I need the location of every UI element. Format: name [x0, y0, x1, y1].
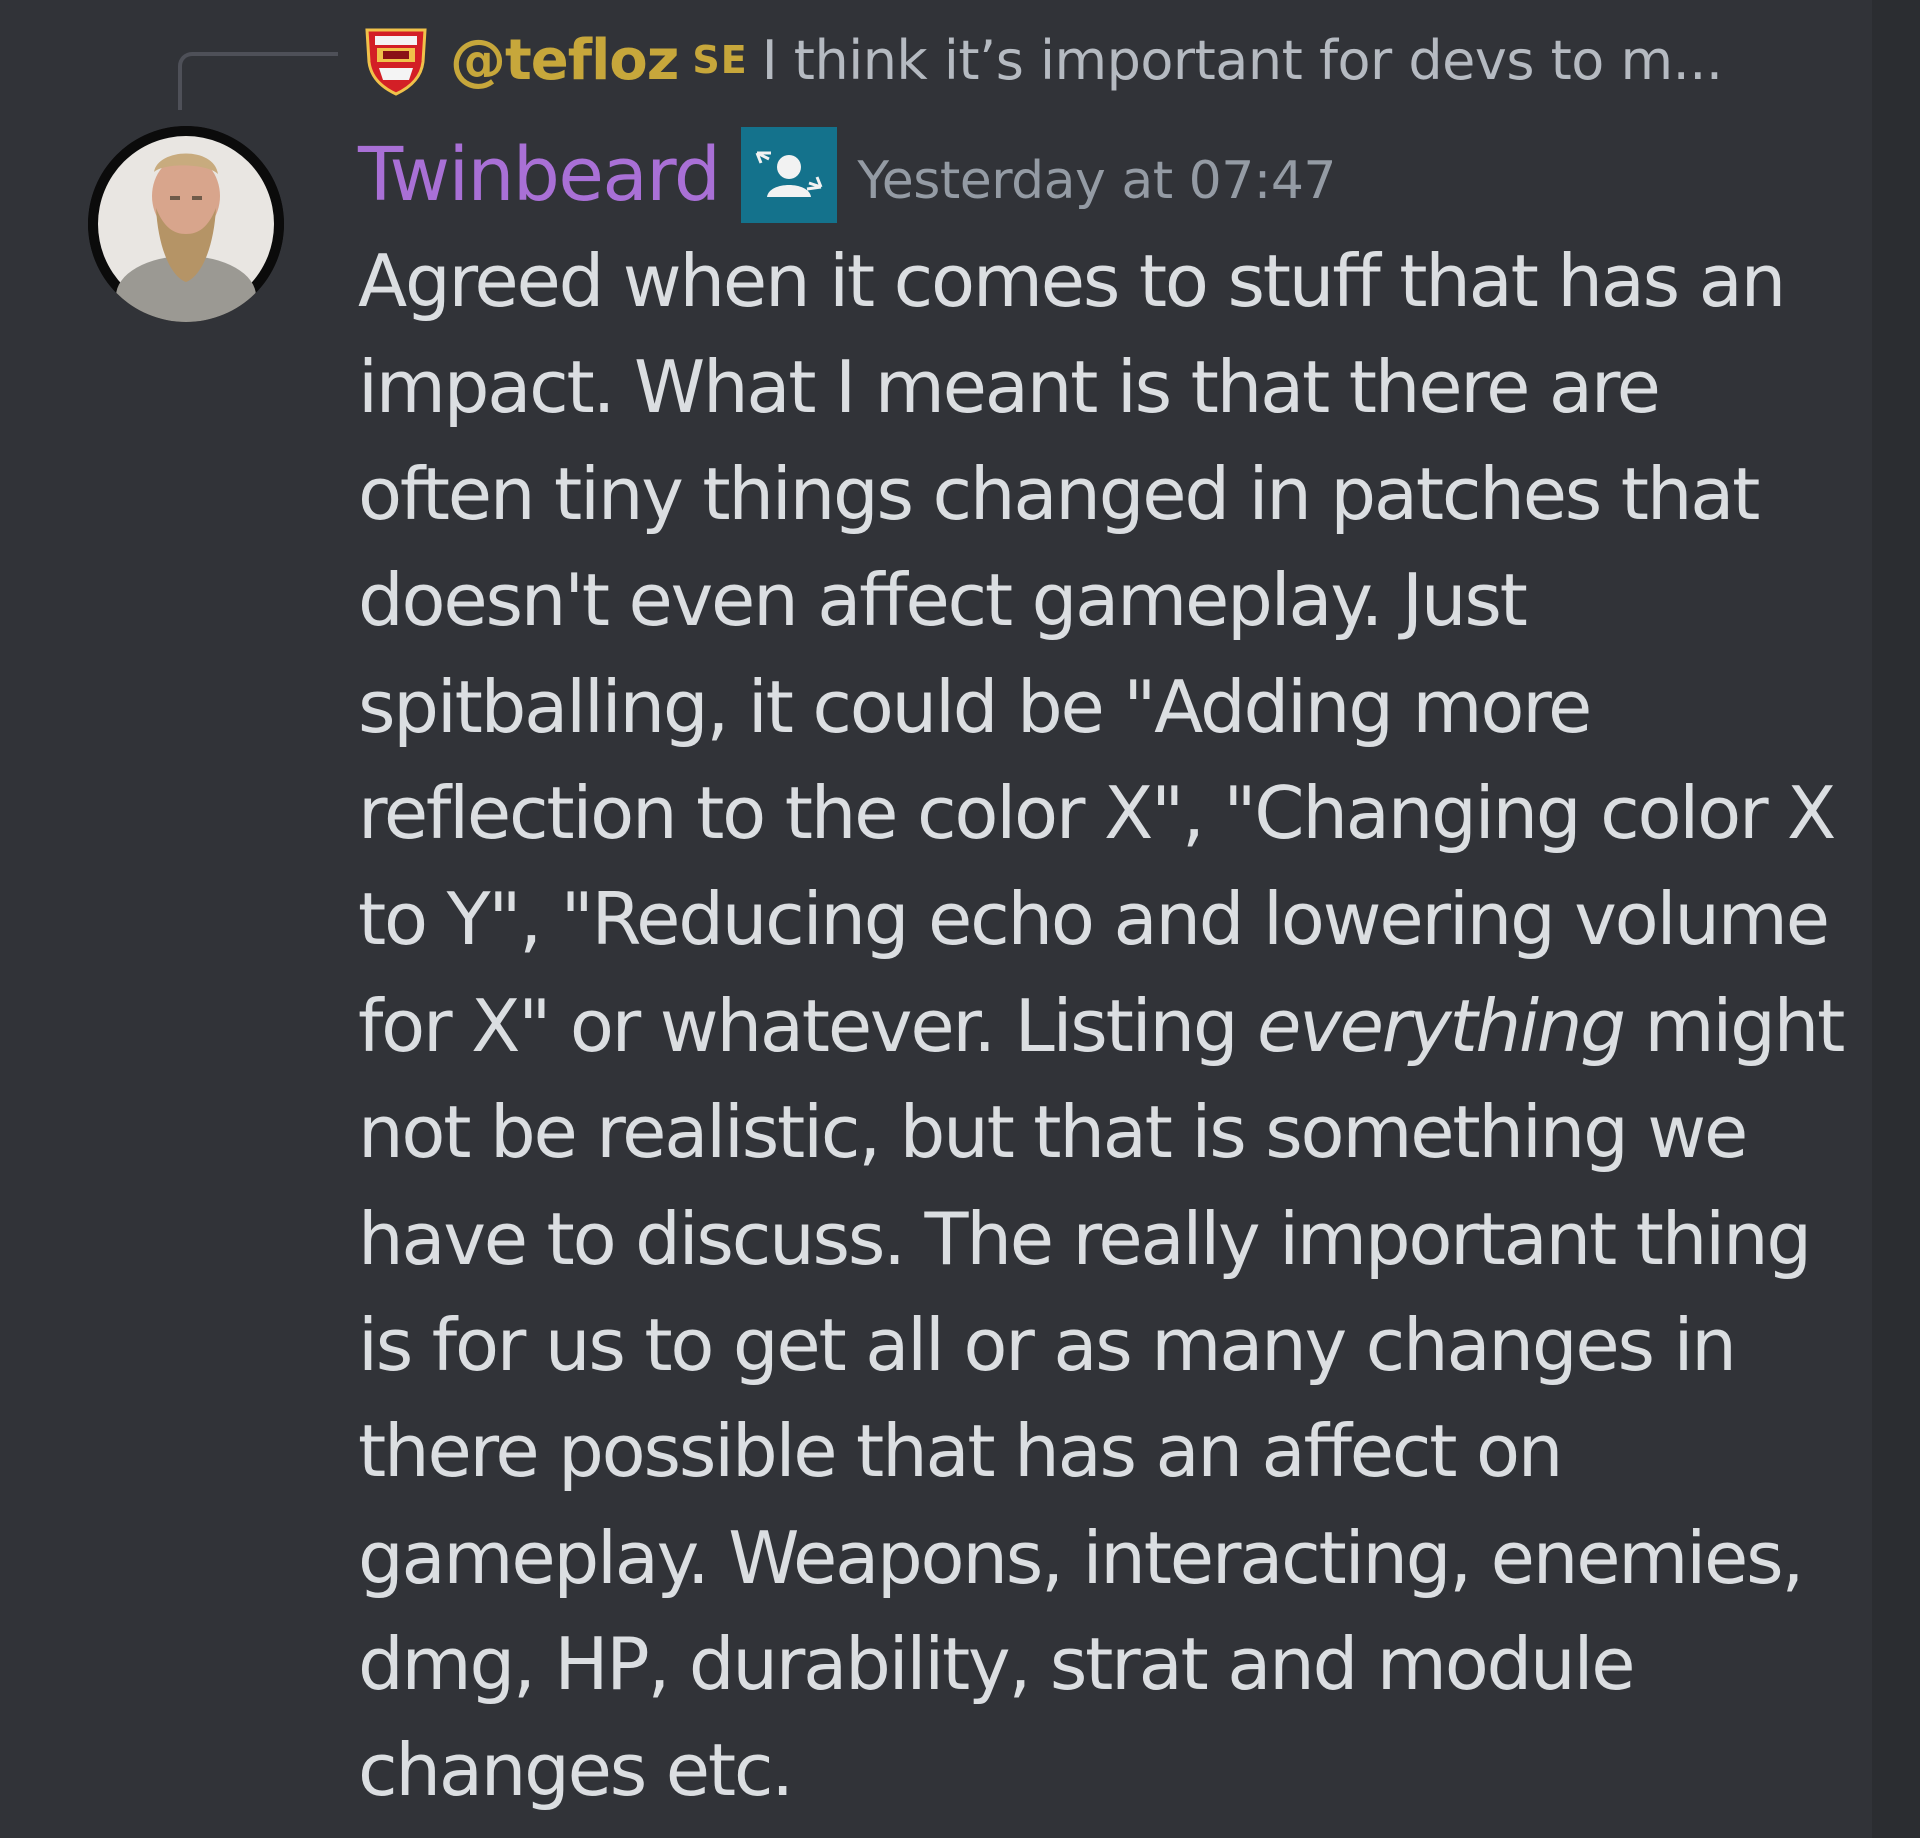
- club-crest-icon[interactable]: [360, 24, 432, 96]
- chat-message: @tefloz SE I think it’s important for de…: [0, 0, 1872, 1838]
- message-line: there possible that has an affect on: [358, 1409, 1563, 1494]
- message-line: for X" or whatever. Listing everything m…: [358, 983, 1845, 1068]
- message-line: reflection to the color X", "Changing co…: [358, 770, 1836, 855]
- message-line: not be realistic, but that is something …: [358, 1090, 1748, 1175]
- message-line: impact. What I meant is that there are: [358, 345, 1661, 430]
- message-content: Agreed when it comes to stuff that has a…: [358, 228, 1845, 1824]
- message-line: to Y", "Reducing echo and lowering volum…: [358, 877, 1830, 962]
- scroll-area[interactable]: [1872, 0, 1920, 1838]
- role-icon[interactable]: [741, 127, 838, 223]
- reply-username[interactable]: @tefloz: [450, 28, 679, 93]
- reply-context[interactable]: @tefloz SE I think it’s important for de…: [360, 14, 1723, 106]
- message-line: doesn't even affect gameplay. Just: [358, 558, 1528, 643]
- message-line: gameplay. Weapons, interacting, enemies,: [358, 1515, 1804, 1600]
- emphasis-text: everything: [1257, 983, 1626, 1068]
- author-name[interactable]: Twinbeard: [358, 132, 721, 218]
- message-line: often tiny things changed in patches tha…: [358, 451, 1760, 536]
- message-line: changes etc.: [358, 1728, 794, 1813]
- message-timestamp[interactable]: Yesterday at 07:47: [857, 151, 1336, 211]
- reply-tag: SE: [692, 38, 748, 82]
- reply-preview[interactable]: I think it’s important for devs to m...: [762, 29, 1723, 92]
- message-line: have to discuss. The really important th…: [358, 1196, 1812, 1281]
- reply-spine: [178, 52, 338, 110]
- message-line: dmg, HP, durability, strat and module: [358, 1622, 1636, 1707]
- message-line: spitballing, it could be "Adding more: [358, 664, 1592, 749]
- author-avatar[interactable]: [88, 126, 284, 322]
- message-line: is for us to get all or as many changes …: [358, 1302, 1737, 1387]
- message-line: Agreed when it comes to stuff that has a…: [358, 239, 1786, 323]
- message-header: Twinbeard Yesterday at 07:47: [358, 120, 1336, 230]
